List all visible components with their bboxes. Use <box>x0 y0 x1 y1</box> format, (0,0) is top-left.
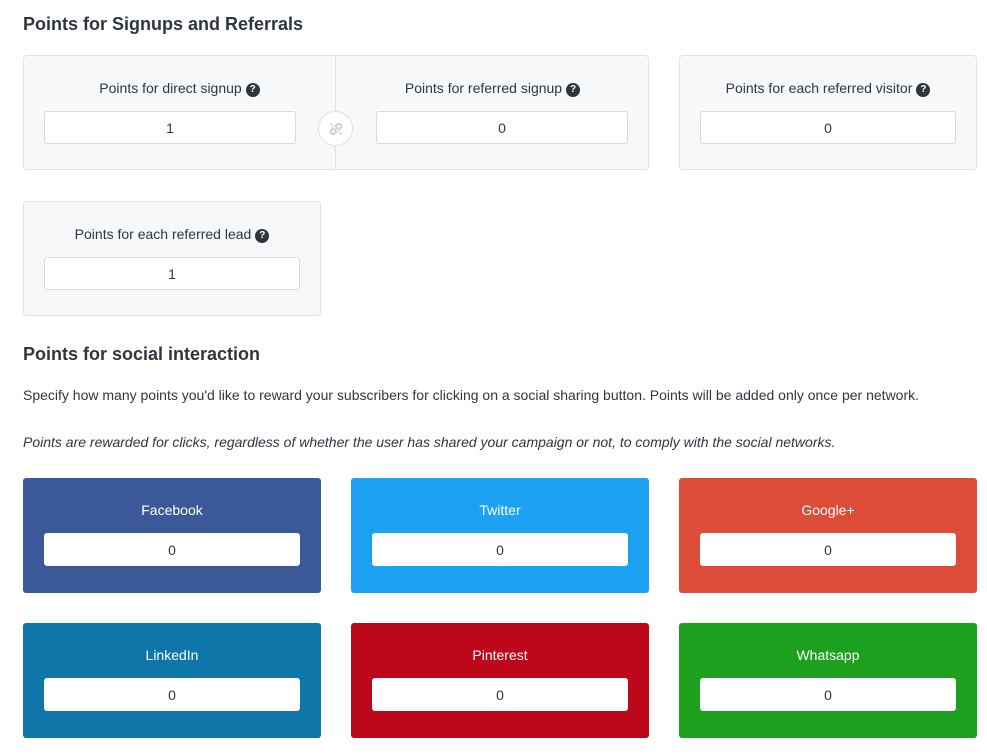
whatsapp-points-input[interactable] <box>700 678 956 711</box>
direct-signup-input[interactable] <box>44 111 296 144</box>
pinterest-label: Pinterest <box>472 647 528 663</box>
signup-points-card: Points for direct signup? Points for ref… <box>23 55 649 170</box>
help-icon[interactable]: ? <box>916 83 931 97</box>
twitter-points-input[interactable] <box>372 533 628 566</box>
social-section-title: Points for social interaction <box>23 344 261 364</box>
help-icon[interactable]: ? <box>566 83 581 97</box>
social-note: Points are rewarded for clicks, regardle… <box>23 434 836 450</box>
pinterest-card: Pinterest <box>351 623 649 738</box>
unlink-glyph <box>329 122 342 135</box>
twitter-label: Twitter <box>479 502 521 518</box>
referred-lead-input[interactable] <box>44 257 300 290</box>
linkedin-points-input[interactable] <box>44 678 300 711</box>
linkedin-label: LinkedIn <box>145 647 199 663</box>
signups-section-title: Points for Signups and Referrals <box>23 14 304 34</box>
referred-lead-label: Points for each referred lead? <box>24 226 320 243</box>
referred-visitor-card: Points for each referred visitor? <box>679 55 977 170</box>
direct-signup-label-text: Points for direct signup <box>99 80 242 96</box>
help-icon[interactable]: ? <box>255 229 270 243</box>
referred-visitor-label: Points for each referred visitor? <box>680 80 976 97</box>
referred-lead-card: Points for each referred lead? <box>23 201 321 316</box>
unlink-icon[interactable] <box>318 111 353 146</box>
referred-signup-label: Points for referred signup? <box>335 80 650 97</box>
referred-lead-label-text: Points for each referred lead <box>74 226 252 242</box>
whatsapp-card: Whatsapp <box>679 623 977 738</box>
facebook-card: Facebook <box>23 478 321 593</box>
facebook-points-input[interactable] <box>44 533 300 566</box>
referred-visitor-input[interactable] <box>700 111 956 144</box>
googleplus-label: Google+ <box>801 502 855 518</box>
facebook-label: Facebook <box>141 502 203 518</box>
googleplus-card: Google+ <box>679 478 977 593</box>
pinterest-points-input[interactable] <box>372 678 628 711</box>
social-description: Specify how many points you'd like to re… <box>23 387 920 403</box>
referred-signup-input[interactable] <box>376 111 628 144</box>
whatsapp-label: Whatsapp <box>796 647 860 663</box>
linkedin-card: LinkedIn <box>23 623 321 738</box>
twitter-card: Twitter <box>351 478 649 593</box>
referred-signup-label-text: Points for referred signup <box>404 80 563 96</box>
referred-visitor-label-text: Points for each referred visitor <box>725 80 913 96</box>
googleplus-points-input[interactable] <box>700 533 956 566</box>
direct-signup-label: Points for direct signup? <box>24 80 335 97</box>
help-icon[interactable]: ? <box>245 83 260 97</box>
